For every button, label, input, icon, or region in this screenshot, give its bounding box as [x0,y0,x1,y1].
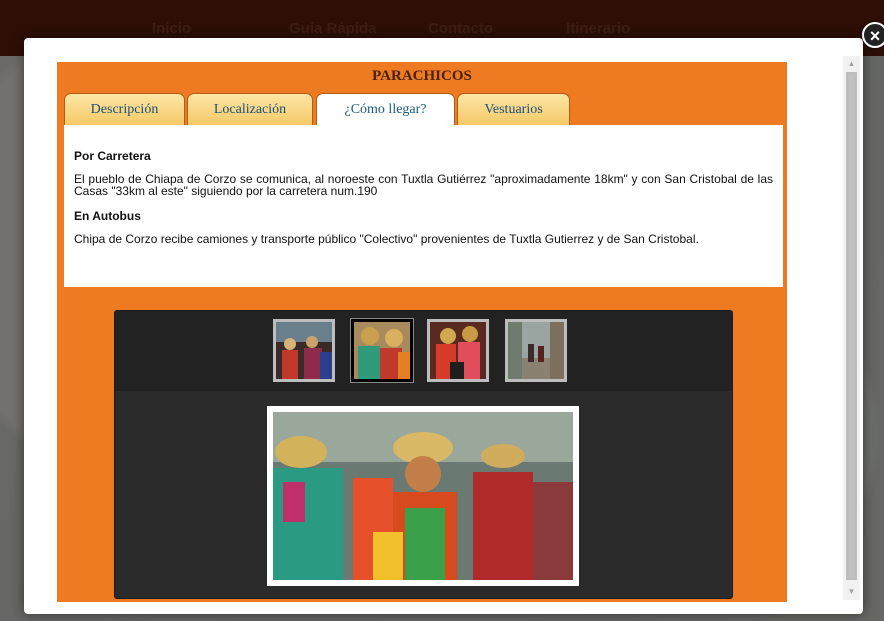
scroll-down-icon[interactable]: ▼ [843,584,860,600]
gallery-thumbnail[interactable] [505,319,567,382]
photo-image [273,412,573,580]
tab-como-llegar[interactable]: ¿Cómo llegar? [316,93,455,126]
tab-panel: Por Carretera El pueblo de Chiapa de Cor… [64,125,783,287]
scrollbar[interactable]: ▲ ▼ [843,56,860,600]
gallery-thumbnail[interactable] [351,319,413,382]
modal-content: PARACHICOS Descripción Localización ¿Cóm… [57,62,787,602]
tab-localizacion[interactable]: Localización [187,93,313,125]
main-photo[interactable] [267,406,579,586]
section-heading: Por Carretera [74,149,151,163]
tab-descripcion[interactable]: Descripción [64,93,185,125]
scroll-up-icon[interactable]: ▲ [843,56,860,72]
close-button[interactable]: × [862,22,884,48]
section-text: El pueblo de Chiapa de Corzo se comunica… [74,172,773,198]
scrollbar-thumb[interactable] [846,72,857,580]
gallery-thumbnail[interactable] [427,319,489,382]
section-heading: En Autobus [74,209,141,223]
page-title: PARACHICOS [372,68,472,84]
thumbnail-strip [115,311,732,391]
photo-gallery [114,310,733,599]
close-icon: × [869,26,881,46]
tab-vestuarios[interactable]: Vestuarios [457,93,570,125]
section-text: Chipa de Corzo recibe camiones y transpo… [74,232,699,246]
gallery-thumbnail[interactable] [273,319,335,382]
